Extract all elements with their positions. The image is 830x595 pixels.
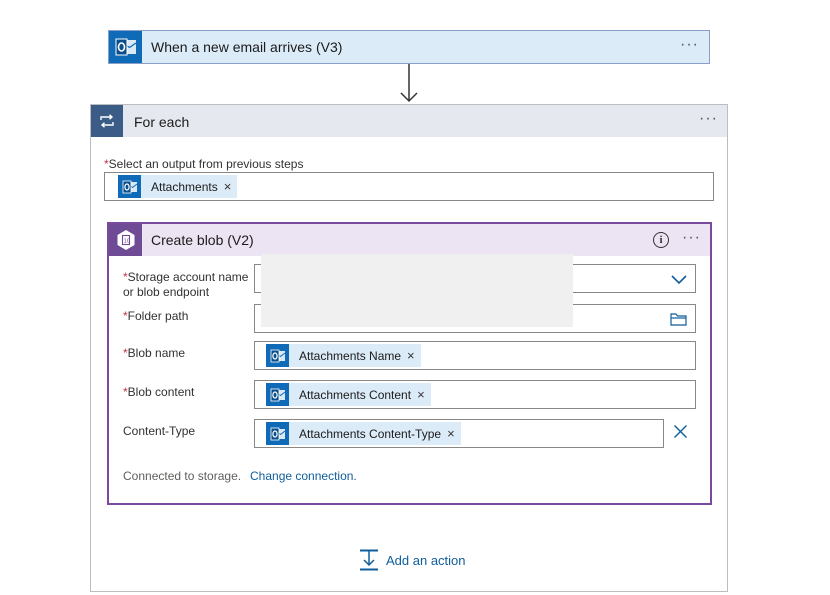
redacted-area <box>261 254 573 327</box>
create-blob-title: Create blob (V2) <box>151 232 254 248</box>
attachments-token[interactable]: Attachments × <box>118 175 238 198</box>
trigger-title: When a new email arrives (V3) <box>151 39 343 55</box>
remove-token-icon[interactable]: × <box>407 348 421 363</box>
trigger-card[interactable]: When a new email arrives (V3) ··· <box>108 30 710 64</box>
blob-name-label: *Blob name <box>123 346 186 360</box>
token-label: Attachments Content <box>299 387 412 402</box>
foreach-title: For each <box>134 114 190 130</box>
more-options-icon[interactable]: ··· <box>682 230 701 246</box>
foreach-container: For each ··· *Select an output from prev… <box>90 104 728 592</box>
remove-token-icon[interactable]: × <box>224 179 238 194</box>
outlook-icon <box>109 31 142 63</box>
attachments-content-type-token[interactable]: Attachments Content-Type × <box>266 422 461 445</box>
outlook-icon <box>266 383 289 406</box>
remove-parameter-icon[interactable] <box>673 424 688 439</box>
connection-status: Connected to storage. <box>123 469 242 483</box>
select-output-label: *Select an output from previous steps <box>104 157 304 171</box>
storage-blob-icon: 10 <box>109 224 142 256</box>
blob-name-input[interactable]: Attachments Name × <box>254 341 696 370</box>
folder-path-label: *Folder path <box>123 309 189 323</box>
outlook-icon <box>118 175 141 198</box>
token-label: Attachments <box>151 179 218 194</box>
storage-account-label: *Storage account name or blob endpoint <box>123 270 249 299</box>
attachments-content-token[interactable]: Attachments Content × <box>266 383 431 406</box>
folder-icon[interactable] <box>670 312 687 326</box>
loop-icon <box>91 105 123 137</box>
add-action-button[interactable]: Add an action <box>359 548 466 572</box>
create-blob-header[interactable]: 10 Create blob (V2) i ··· <box>109 224 710 256</box>
change-connection-link[interactable]: Change connection. <box>250 469 357 483</box>
content-type-label: Content-Type <box>123 424 196 438</box>
outlook-icon <box>266 422 289 445</box>
more-options-icon[interactable]: ··· <box>680 37 699 53</box>
more-options-icon[interactable]: ··· <box>699 111 718 127</box>
create-blob-card: 10 Create blob (V2) i ··· *Storage accou… <box>107 222 712 505</box>
outlook-icon <box>266 344 289 367</box>
content-type-input[interactable]: Attachments Content-Type × <box>254 419 664 448</box>
token-label: Attachments Content-Type <box>299 426 442 441</box>
add-action-label: Add an action <box>386 552 466 568</box>
blob-content-input[interactable]: Attachments Content × <box>254 380 696 409</box>
connector-arrow-icon <box>400 64 418 103</box>
attachments-name-token[interactable]: Attachments Name × <box>266 344 421 367</box>
svg-text:10: 10 <box>123 239 129 245</box>
chevron-down-icon[interactable] <box>671 273 687 285</box>
info-icon[interactable]: i <box>653 232 669 248</box>
add-action-icon <box>360 549 378 571</box>
remove-token-icon[interactable]: × <box>417 387 431 402</box>
select-output-input[interactable]: Attachments × <box>104 172 714 201</box>
token-label: Attachments Name <box>299 348 402 363</box>
remove-token-icon[interactable]: × <box>447 426 461 441</box>
foreach-header[interactable]: For each ··· <box>91 105 727 137</box>
blob-content-label: *Blob content <box>123 385 195 399</box>
